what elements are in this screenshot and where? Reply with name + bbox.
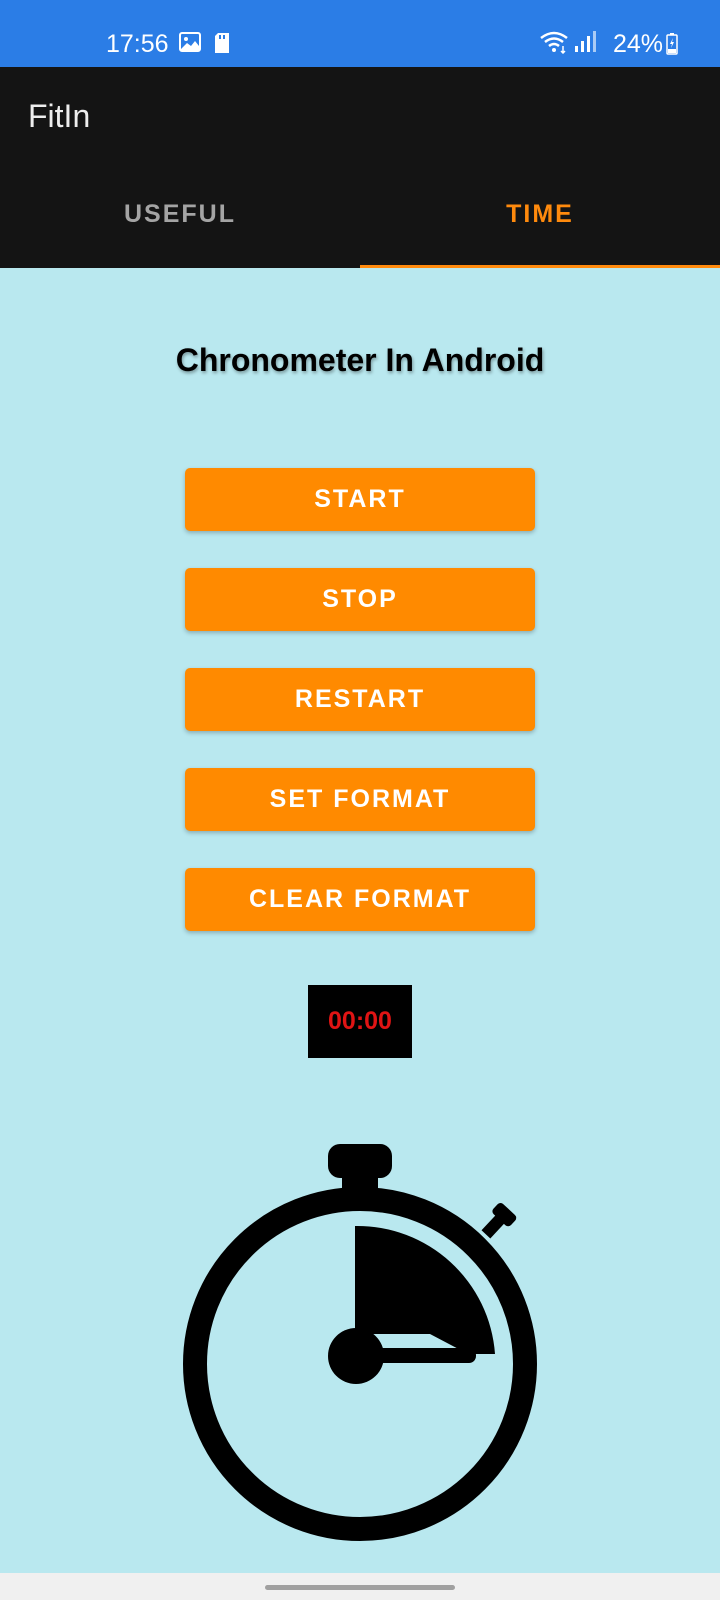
chronometer-display: 00:00 [308, 985, 412, 1058]
tab-time[interactable]: TIME [360, 167, 720, 268]
wifi-icon [539, 30, 569, 59]
battery-percentage: 24% [613, 30, 664, 58]
gallery-icon [179, 32, 201, 57]
status-time: 17:56 [106, 30, 169, 58]
signal-icon [573, 30, 597, 59]
restart-button[interactable]: RESTART [185, 668, 535, 731]
navigation-bar [0, 1573, 720, 1600]
stop-button[interactable]: STOP [185, 568, 535, 631]
sd-card-icon [213, 32, 231, 59]
tab-useful[interactable]: USEFUL [0, 167, 360, 268]
stopwatch-icon [182, 1144, 538, 1547]
start-button[interactable]: START [185, 468, 535, 531]
page-title: Chronometer In Android [175, 342, 545, 378]
app-title: FitIn [28, 98, 91, 134]
app-bar: FitIn USEFUL TIME [0, 67, 720, 269]
home-gesture-handle[interactable] [265, 1585, 455, 1590]
battery-icon [666, 33, 678, 60]
set-format-button[interactable]: SET FORMAT [185, 768, 535, 831]
main-content: Chronometer In Android START STOP RESTAR… [0, 268, 720, 1573]
status-bar: 17:56 24% [0, 0, 720, 67]
clear-format-button[interactable]: CLEAR FORMAT [185, 868, 535, 931]
